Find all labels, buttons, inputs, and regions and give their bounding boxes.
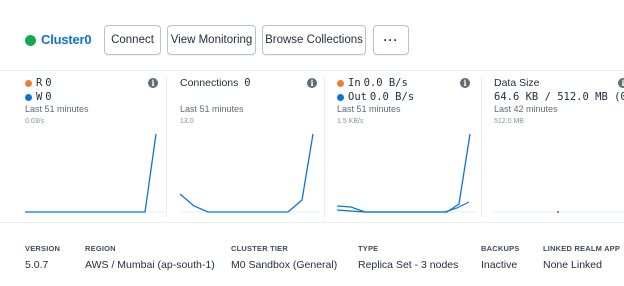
network-sparkline xyxy=(337,133,477,213)
info-icon[interactable]: i xyxy=(618,78,624,88)
panel-divider xyxy=(481,76,482,218)
operations-sparkline xyxy=(25,133,165,213)
read-legend: R 0 xyxy=(25,76,165,90)
connect-button[interactable]: Connect xyxy=(104,25,161,55)
out-legend-dot xyxy=(337,93,344,101)
in-legend-label: In xyxy=(348,77,361,89)
operations-metric-panel[interactable]: R 0 W 0 i Last 51 minutes 0.03/s xyxy=(25,76,165,218)
connections-series-line xyxy=(180,133,314,213)
info-icon[interactable]: i xyxy=(460,78,470,88)
chart-max-label: 0.03/s xyxy=(25,118,45,125)
data-size-sparkline xyxy=(494,211,624,213)
panel-divider xyxy=(166,76,167,218)
info-icon[interactable]: i xyxy=(148,78,158,88)
write-legend: W 0 xyxy=(25,90,165,104)
info-icon[interactable]: i xyxy=(307,78,317,88)
data-size-point xyxy=(557,211,559,213)
connections-spacer xyxy=(180,90,320,104)
time-period-label: Last 42 minutes xyxy=(494,104,558,114)
cluster-tier-label: CLUSTER TIER xyxy=(231,244,288,253)
backups-value[interactable]: Inactive xyxy=(481,259,517,271)
time-period-label: Last 51 minutes xyxy=(337,104,401,114)
connections-header: Connections 0 xyxy=(180,76,320,90)
linked-realm-app-value[interactable]: None Linked xyxy=(543,259,602,271)
write-legend-dot xyxy=(25,93,32,101)
read-legend-dot xyxy=(25,79,32,87)
network-metric-panel[interactable]: In 0.0 B/s Out 0.0 B/s i Last 51 minutes… xyxy=(337,76,477,218)
backups-label: BACKUPS xyxy=(481,244,520,253)
chart-max-label: 1.5 KB/s xyxy=(337,118,364,125)
write-legend-label: W xyxy=(36,91,43,103)
linked-realm-app-label: LINKED REALM APP xyxy=(543,244,621,253)
in-legend-dot xyxy=(337,79,344,87)
browse-collections-button[interactable]: Browse Collections xyxy=(262,25,366,55)
chart-max-label: 13.0 xyxy=(180,118,194,125)
data-size-metric-panel[interactable]: Data Size 64.6 KB / 512.0 MB (0%) i Last… xyxy=(494,76,624,218)
info-bar-divider xyxy=(0,222,624,223)
version-value: 5.0.7 xyxy=(25,259,49,271)
time-period-label: Last 51 minutes xyxy=(180,104,244,114)
out-legend: Out 0.0 B/s xyxy=(337,90,477,104)
version-label: VERSION xyxy=(25,244,61,253)
cluster-header: Cluster0 Connect View Monitoring Browse … xyxy=(0,0,624,66)
cluster-name-link[interactable]: Cluster0 xyxy=(41,32,92,47)
panel-divider xyxy=(324,76,325,218)
out-legend-value: 0.0 B/s xyxy=(369,91,415,103)
header-divider xyxy=(0,70,624,71)
connections-sparkline xyxy=(180,133,320,213)
more-options-button[interactable]: ··· xyxy=(373,25,409,55)
type-value: Replica Set - 3 nodes xyxy=(358,259,459,271)
data-size-header: Data Size xyxy=(494,76,624,90)
cluster-status-dot xyxy=(25,35,36,46)
read-legend-label: R xyxy=(36,77,43,89)
out-series-line xyxy=(337,133,471,213)
out-legend-label: Out xyxy=(348,91,367,103)
region-value: AWS / Mumbai (ap-south-1) xyxy=(85,259,215,271)
write-series-line xyxy=(25,133,157,213)
connections-metric-panel[interactable]: Connections 0 i Last 51 minutes 13.0 xyxy=(180,76,320,218)
write-legend-value: 0 xyxy=(45,91,52,103)
view-monitoring-button[interactable]: View Monitoring xyxy=(167,25,256,55)
read-legend-value: 0 xyxy=(45,77,52,89)
connections-title: Connections xyxy=(180,77,239,89)
region-label: REGION xyxy=(85,244,116,253)
in-legend-value: 0.0 B/s xyxy=(363,77,408,89)
time-period-label: Last 51 minutes xyxy=(25,104,89,114)
chart-max-label: 512.0 MB xyxy=(494,118,524,125)
cluster-tier-value: M0 Sandbox (General) xyxy=(231,259,338,271)
data-size-value-row: 64.6 KB / 512.0 MB (0%) xyxy=(494,90,624,104)
data-size-title: Data Size xyxy=(494,77,540,89)
type-label: TYPE xyxy=(358,244,379,253)
connections-value: 0 xyxy=(244,77,251,89)
in-legend: In 0.0 B/s xyxy=(337,76,477,90)
data-size-value: 64.6 KB / 512.0 MB (0%) xyxy=(494,91,624,103)
